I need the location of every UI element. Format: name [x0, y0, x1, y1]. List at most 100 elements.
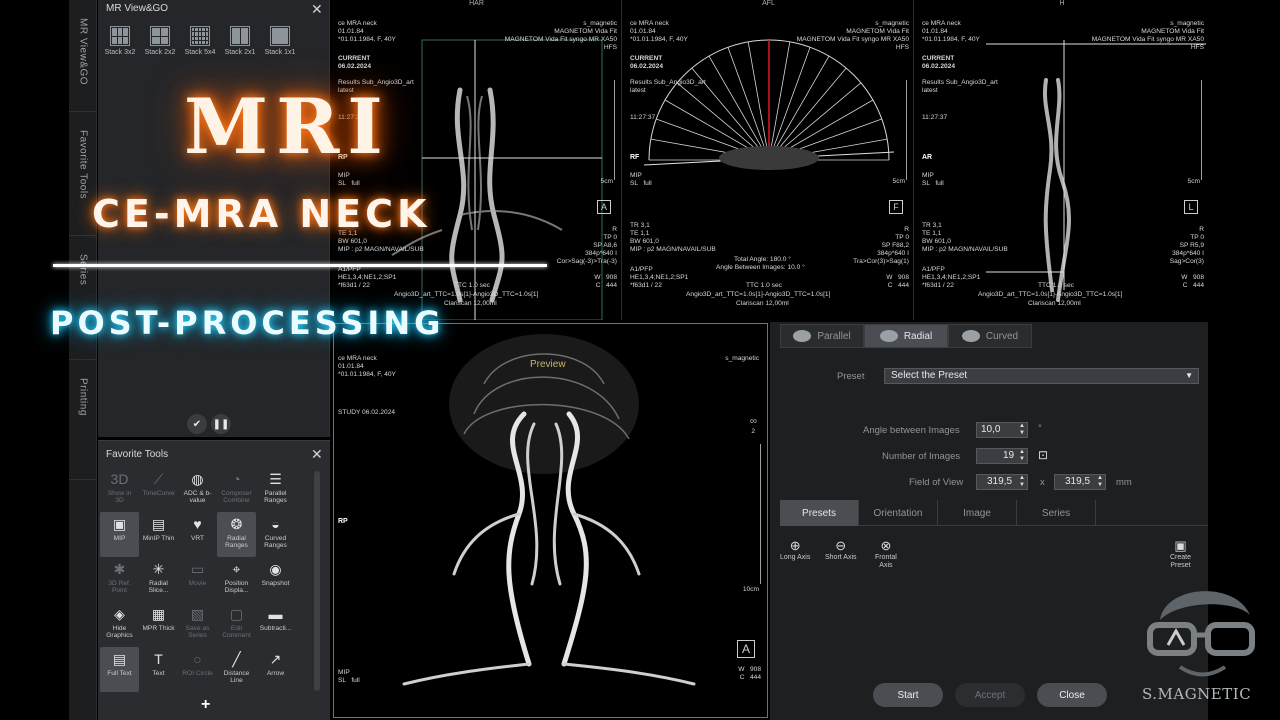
- subtab-series[interactable]: Series: [1017, 500, 1096, 526]
- stack-layout-button[interactable]: Stack 1x1: [262, 26, 298, 56]
- binoculars-icon[interactable]: ∞: [750, 416, 757, 427]
- preset-label: Short Axis: [825, 554, 857, 561]
- overlay-text: HFS: [895, 44, 909, 51]
- favorite-tool-button[interactable]: ▭ Movie: [178, 557, 217, 602]
- overlay-text: *01.01.1984, F, 40Y: [338, 371, 396, 378]
- close-icon[interactable]: ✕: [311, 446, 323, 463]
- tool-label: Save as Series: [185, 625, 210, 640]
- favorite-tool-button[interactable]: ◒ Curved Ranges: [256, 512, 295, 557]
- favorite-tool-button[interactable]: ▣ MIP: [100, 512, 139, 557]
- tab-parallel[interactable]: Parallel: [780, 324, 864, 348]
- viewport-h[interactable]: H ce MRA neck 01.01.84 *01.01.1984, F, 4…: [916, 0, 1208, 320]
- add-tool-icon[interactable]: +: [201, 696, 210, 714]
- overlay-text: A1/PFP: [922, 266, 945, 273]
- favorite-tool-button[interactable]: ○ ROI Circle: [178, 647, 217, 692]
- favorite-tool-button[interactable]: ⌖ Position Displa...: [217, 557, 256, 602]
- position-info: R TP 0 SP A8,6 384p*640 I Cor>Sag(-3)>Tr…: [557, 226, 617, 266]
- subtab-image[interactable]: Image: [938, 500, 1017, 526]
- grid-cell: [195, 40, 198, 44]
- overlay-text: 06.02.2024: [338, 63, 372, 70]
- subtab-presets[interactable]: Presets: [780, 500, 859, 526]
- favorite-tool-button[interactable]: ✳ Radial Slice...: [139, 557, 178, 602]
- favorite-tool-button[interactable]: ◉ Snapshot: [256, 557, 295, 602]
- favorite-tool-button[interactable]: ♥ VRT: [178, 512, 217, 557]
- close-button[interactable]: Close: [1037, 683, 1107, 707]
- tool-icon: ○: [193, 651, 202, 667]
- close-icon[interactable]: ✕: [311, 1, 323, 18]
- favorite-tool-button[interactable]: ▦ MPR Thick: [139, 602, 178, 647]
- favorite-tool-button[interactable]: ✱ 3D Ref. Point: [100, 557, 139, 602]
- viewport-preview[interactable]: ce MRA neck 01.01.84 *01.01.1984, F, 40Y…: [333, 323, 768, 718]
- overlay-text: MAGNETOM Vida Fit syngo MR XA50: [1091, 36, 1204, 43]
- favorite-tool-button[interactable]: ↗ Arrow: [256, 647, 295, 692]
- side-tab-mr-viewgo[interactable]: MR View&GO: [69, 0, 97, 112]
- preset-long-axis[interactable]: ⊕ Long Axis: [780, 538, 810, 562]
- favorite-tool-button[interactable]: ▧ Save as Series: [178, 602, 217, 647]
- stack-layout-button[interactable]: Stack 2x2: [142, 26, 178, 56]
- stack-layout-button[interactable]: Stack 5x4: [182, 26, 218, 56]
- favorite-tool-button[interactable]: T Text: [139, 647, 178, 692]
- favorite-tool-button[interactable]: ▤ Full Text: [100, 647, 139, 692]
- glasses-logo-icon: [1147, 591, 1255, 677]
- tool-label: MPR Thick: [142, 625, 175, 632]
- stack-layout-label: Stack 1x1: [264, 49, 296, 56]
- viewport-afl[interactable]: AFL ce MRA neck 01.01.84 *01.01.1984, F,…: [624, 0, 914, 320]
- favorite-tool-button[interactable]: ▬ Subtracti...: [256, 602, 295, 647]
- smagnetic-logo: S.MAGNETIC: [1140, 575, 1265, 715]
- subtab-orientation[interactable]: Orientation: [859, 500, 938, 526]
- create-preset-button[interactable]: ▣ Create Preset: [1170, 538, 1191, 570]
- site-label: s_magnetic: [725, 355, 759, 362]
- favorite-tool-button[interactable]: ╱ Distance Line: [217, 647, 256, 692]
- overlay-text: SL: [338, 180, 346, 187]
- tool-label: Distance Line: [223, 670, 250, 685]
- overlay-text: Results Sub_Angio3D_art: [630, 79, 706, 86]
- overlay-text: 908: [897, 274, 909, 281]
- grid-cell: [160, 36, 168, 44]
- preset-select[interactable]: Select the Preset ▼: [884, 368, 1199, 384]
- orientation-cube-icon[interactable]: A: [737, 640, 755, 658]
- unlock-icon[interactable]: ⊡: [1038, 448, 1048, 462]
- tool-icon: ◉: [269, 561, 282, 577]
- favorite-tool-button[interactable]: ◍ ADC & b- value: [178, 467, 217, 512]
- favorite-tool-button[interactable]: ☰ Parallel Ranges: [256, 467, 295, 512]
- favorite-tool-button[interactable]: ❂ Radial Ranges: [217, 512, 256, 557]
- study-info: CURRENT 06.02.2024: [922, 55, 955, 71]
- overlay-text: CURRENT: [338, 55, 371, 62]
- side-tab-printing[interactable]: Printing: [69, 360, 97, 480]
- grid-cell: [202, 40, 205, 44]
- fov-height-stepper[interactable]: 319,5 ▲ ▼: [1054, 474, 1106, 490]
- fov-unit: mm: [1116, 477, 1132, 488]
- tab-curved[interactable]: Curved: [948, 324, 1032, 348]
- scale-bar: [760, 444, 761, 584]
- accept-button[interactable]: Accept: [955, 683, 1025, 707]
- orientation-label: AR: [922, 154, 933, 161]
- title-mri: MRI: [184, 82, 391, 171]
- favorite-tool-button[interactable]: ⟋ TimeCurve: [139, 467, 178, 512]
- favorite-tool-button[interactable]: ▢ Edit Comment: [217, 602, 256, 647]
- stack-layout-button[interactable]: Stack 3x2: [102, 26, 138, 56]
- stack-layout-button[interactable]: Stack 2x1: [222, 26, 258, 56]
- tab-radial[interactable]: Radial: [864, 324, 948, 348]
- pause-icon[interactable]: ❚❚: [211, 414, 231, 434]
- fov-width-stepper[interactable]: 319,5 ▲ ▼: [976, 474, 1028, 490]
- overlay-text: TE 1,1: [922, 230, 942, 237]
- preset-frontal-axis[interactable]: ⊗ Frontal Axis: [875, 538, 897, 570]
- tool-icon: ✱: [113, 561, 126, 577]
- start-button[interactable]: Start: [873, 683, 943, 707]
- orientation-cube-icon[interactable]: F: [889, 200, 903, 214]
- preset-short-axis[interactable]: ⊖ Short Axis: [825, 538, 857, 562]
- orientation-cube-icon[interactable]: L: [1184, 200, 1198, 214]
- number-stepper[interactable]: 19 ▲ ▼: [976, 448, 1028, 464]
- tool-label: MinIP Thin: [142, 535, 175, 542]
- title-post-processing: POST-PROCESSING: [50, 304, 445, 342]
- tool-label: Subtracti...: [259, 625, 292, 632]
- orientation-cube-icon[interactable]: A: [597, 200, 611, 214]
- favorite-tools-scrollbar[interactable]: [314, 471, 320, 691]
- favorite-tool-button[interactable]: ◈ Hide Graphics: [100, 602, 139, 647]
- overlay-text: latest: [922, 87, 938, 94]
- angle-stepper[interactable]: 10,0 ▲ ▼: [976, 422, 1028, 438]
- check-icon[interactable]: ✔: [187, 414, 207, 434]
- favorite-tool-button[interactable]: 3D Show in 3D: [100, 467, 139, 512]
- favorite-tool-button[interactable]: ▤ MinIP Thin: [139, 512, 178, 557]
- favorite-tool-button[interactable]: ◔ Composer Combine: [217, 467, 256, 512]
